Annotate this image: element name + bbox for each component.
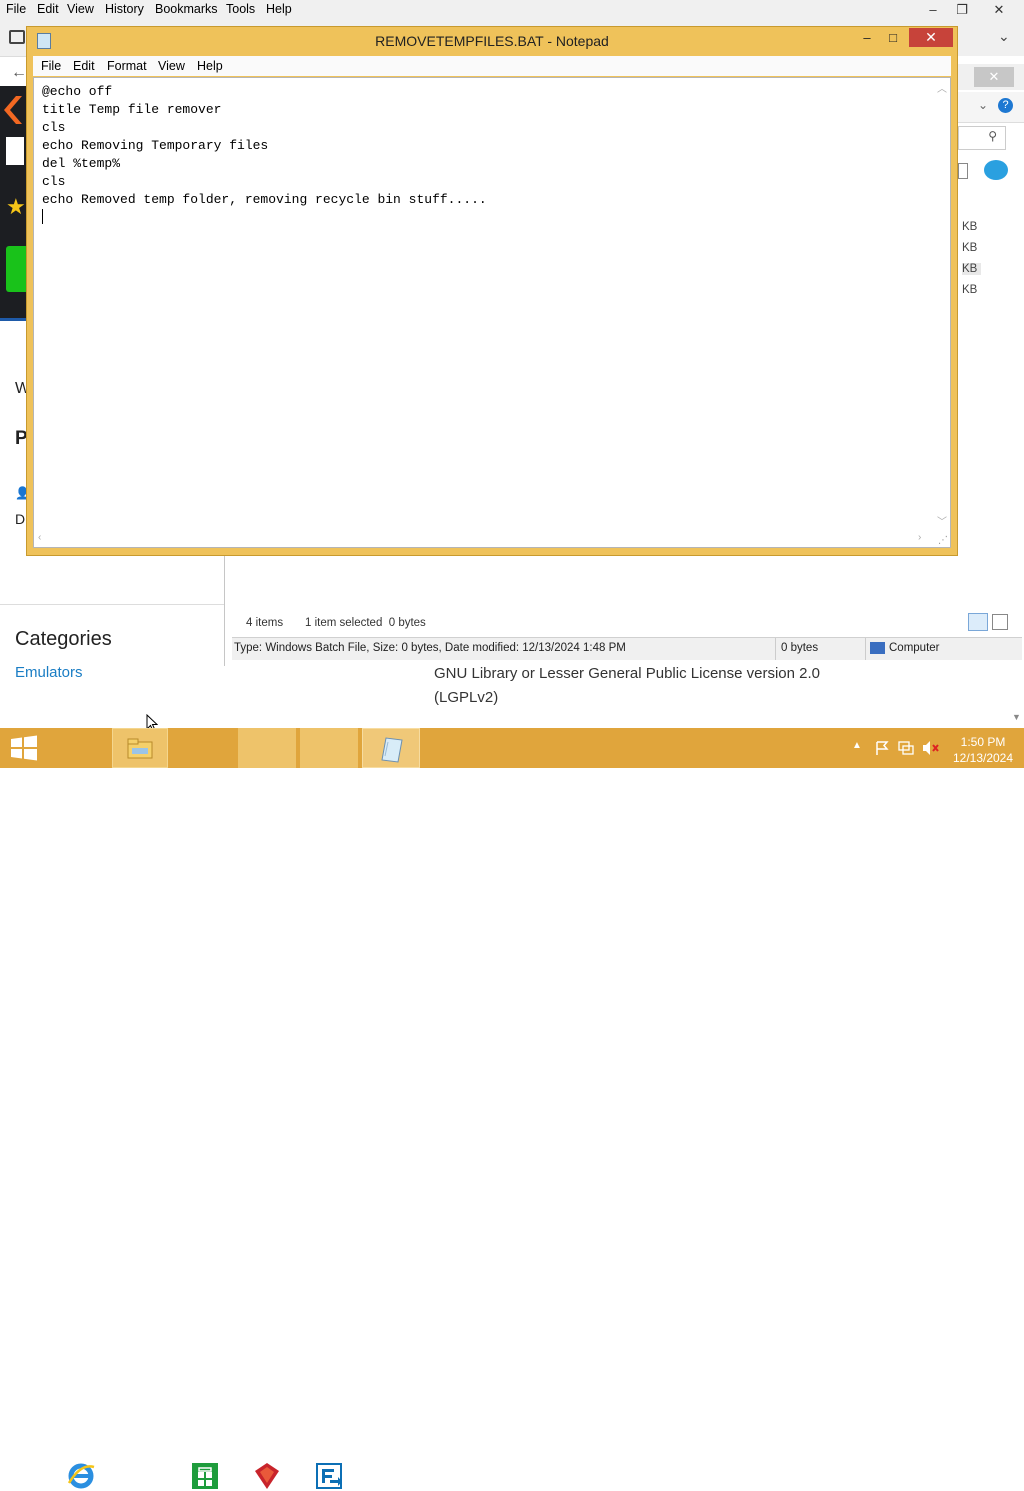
chevron-down-icon[interactable]: ⌄ [978, 98, 988, 112]
separator [775, 638, 776, 660]
help-icon[interactable]: ? [998, 98, 1013, 113]
internet-explorer-icon [67, 1463, 95, 1489]
store-icon [192, 1463, 218, 1489]
vertical-scrollbar[interactable]: ︿ ﹀ [933, 78, 950, 530]
categories-heading: Categories [15, 628, 112, 650]
taskbar-app-filezilla[interactable] [238, 728, 296, 1489]
menu-help[interactable]: Help [266, 2, 292, 16]
firefox-restore-button[interactable]: ❐ [947, 0, 977, 20]
search-box[interactable] [6, 137, 24, 165]
filezilla-icon [255, 1463, 279, 1489]
menu-bookmarks[interactable]: Bookmarks [155, 2, 218, 16]
notepad-menubar: File Edit Format View Help [33, 56, 951, 76]
separator [865, 638, 866, 660]
tab-overview-icon[interactable] [9, 30, 25, 44]
large-icons-view-icon[interactable] [992, 614, 1008, 630]
computer-icon [870, 642, 885, 654]
selection-info: 1 item selected 0 bytes [305, 617, 426, 629]
item-count: 4 items [246, 617, 284, 629]
download-button[interactable] [6, 246, 27, 292]
scroll-left-icon[interactable]: ‹ [38, 532, 41, 543]
taskbar-app-store[interactable] [176, 728, 234, 1489]
shell-icon [984, 160, 1008, 180]
firefox-menubar: File Edit View History Bookmarks Tools H… [0, 0, 1024, 20]
file-size: KB [962, 221, 978, 233]
explorer-status-bar: 4 items 1 item selected 0 bytes [232, 611, 1022, 637]
firefox-minimize-button[interactable]: – [918, 0, 948, 20]
notepad-menu-format[interactable]: Format [107, 59, 147, 73]
search-icon: ⚲ [988, 129, 997, 143]
clock-time: 1:50 PM [960, 735, 1006, 749]
accent-divider [0, 318, 27, 321]
notepad-app-icon [37, 33, 51, 49]
preview-pane-icon[interactable] [958, 163, 968, 179]
resize-grip-icon[interactable]: ⋰ [938, 535, 948, 546]
notepad-titlebar[interactable]: REMOVETEMPFILES.BAT - Notepad – □ ✕ [27, 27, 957, 55]
menu-file[interactable]: File [6, 2, 26, 16]
firefox-close-button[interactable]: ✕ [984, 0, 1014, 20]
details-view-icon[interactable] [968, 613, 988, 631]
category-link-emulators[interactable]: Emulators [15, 664, 83, 681]
star-icon: ★ [6, 194, 26, 219]
taskbar-app-ie[interactable] [54, 728, 108, 1489]
explorer-details-bar: Type: Windows Batch File, Size: 0 bytes,… [232, 637, 1022, 660]
scroll-right-icon[interactable]: › [918, 532, 921, 543]
page-text-fragment: D [15, 511, 26, 527]
notepad-menu-view[interactable]: View [158, 59, 185, 73]
teamviewer-icon [316, 1463, 342, 1489]
explorer-search-input[interactable]: ⚲ [958, 126, 1006, 150]
file-size: KB [962, 284, 978, 296]
back-arrow-icon[interactable]: ← [11, 64, 27, 82]
menu-history[interactable]: History [105, 2, 144, 16]
file-details: Type: Windows Batch File, Size: 0 bytes,… [234, 642, 626, 654]
menu-view[interactable]: View [67, 2, 94, 16]
explorer-close-button[interactable]: ✕ [974, 67, 1014, 87]
file-size: KB [962, 242, 978, 254]
network-icon[interactable] [898, 740, 914, 756]
location-label: Computer [889, 642, 940, 654]
file-explorer-icon [127, 738, 153, 759]
scroll-down-icon[interactable]: ﹀ [937, 513, 947, 528]
notepad-menu-help[interactable]: Help [197, 59, 223, 73]
explorer-ribbon: ⌄ ? [958, 92, 1024, 123]
notepad-icon [381, 737, 403, 763]
notepad-window: REMOVETEMPFILES.BAT - Notepad – □ ✕ File… [26, 26, 958, 556]
chevron-down-icon[interactable]: ⌄ [998, 28, 1010, 45]
taskbar-app-teamviewer[interactable] [300, 728, 358, 1489]
action-center-flag-icon[interactable] [874, 740, 890, 756]
site-logo-icon [4, 96, 22, 124]
clock-date: 12/13/2024 [952, 751, 1014, 765]
notepad-menu-edit[interactable]: Edit [73, 59, 95, 73]
taskbar-clock[interactable]: 1:50 PM 12/13/2024 [950, 734, 1016, 766]
size-total: 0 bytes [781, 642, 819, 654]
taskbar-app-notepad[interactable] [362, 728, 420, 768]
scroll-down-icon[interactable]: ▼ [1012, 712, 1021, 722]
notepad-menu-file[interactable]: File [41, 59, 61, 73]
notepad-title: REMOVETEMPFILES.BAT - Notepad [375, 33, 609, 49]
scroll-up-icon[interactable]: ︿ [937, 80, 947, 95]
menu-edit[interactable]: Edit [37, 2, 59, 16]
menu-tools[interactable]: Tools [226, 2, 255, 16]
license-text: GNU Library or Lesser General Public Lic… [434, 665, 821, 706]
start-icon[interactable] [9, 733, 39, 763]
notepad-maximize-button[interactable]: □ [883, 29, 903, 47]
text-caret [42, 209, 43, 224]
horizontal-scrollbar[interactable]: ‹ › [34, 530, 934, 547]
notepad-text-area[interactable]: @echo off title Temp file remover cls ec… [33, 77, 951, 548]
volume-muted-icon[interactable] [922, 740, 940, 756]
notepad-close-button[interactable]: ✕ [909, 28, 953, 47]
taskbar-app-explorer[interactable] [112, 728, 168, 768]
notepad-minimize-button[interactable]: – [857, 29, 877, 47]
file-size: KB [962, 263, 982, 275]
show-hidden-icons-icon[interactable]: ▲ [852, 740, 862, 751]
notepad-content[interactable]: @echo off title Temp file remover cls ec… [42, 83, 487, 209]
divider [0, 604, 224, 605]
